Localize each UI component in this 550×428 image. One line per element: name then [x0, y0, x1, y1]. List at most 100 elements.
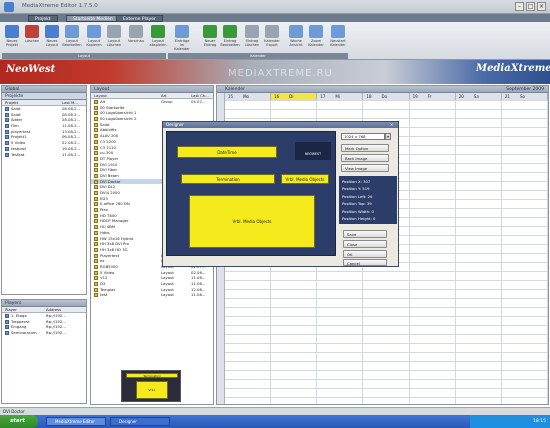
canvas-logo[interactable]: NEOWEST	[295, 142, 331, 160]
calendar-month[interactable]: September 2009	[506, 86, 544, 93]
ribbon-button-14[interactable]: Zoom Kalender	[306, 24, 326, 50]
tab-projekt[interactable]: Projekt	[28, 15, 58, 22]
calendar-day-header[interactable]: 17 Mi	[317, 93, 364, 100]
layout-icon	[94, 156, 98, 161]
close-button[interactable]: ×	[537, 2, 546, 11]
mark-option-button[interactable]: Mark Option	[341, 144, 389, 152]
ribbon-group-1: Kalender	[168, 53, 348, 59]
calendar-row-line	[225, 379, 548, 380]
taskbar-item-editor[interactable]: MediaXtreme Editor	[46, 417, 106, 426]
layout-icon	[94, 191, 98, 195]
day-number: 19	[412, 94, 418, 99]
new-project-icon	[5, 25, 19, 38]
ok-button[interactable]: OK	[343, 250, 387, 258]
layout-icon	[94, 213, 98, 218]
calendar-row-line	[225, 334, 548, 335]
ribbon-button-7[interactable]: Layout abspielen	[148, 24, 168, 50]
maximize-button[interactable]: □	[526, 2, 535, 11]
designer-canvas[interactable]: DateTime NEOWEST Termination Vrbl. Media…	[166, 131, 336, 256]
calendar-day-header[interactable]: 21 So	[501, 93, 548, 100]
player-address: ftp://192...	[46, 330, 66, 336]
edit-entry-icon	[223, 25, 237, 38]
view-image-button[interactable]: View Image	[341, 164, 389, 172]
canvas-box-termination[interactable]: Termination	[181, 174, 275, 184]
close-dialog-button[interactable]: Close	[343, 240, 387, 248]
ribbon-button-label: Einträge im Kalender	[174, 39, 190, 51]
day-number: 21	[504, 94, 510, 99]
app-icon	[4, 2, 14, 12]
ribbon-button-1[interactable]: Löschen	[22, 24, 42, 50]
calendar-day-header[interactable]: 15 Mo	[225, 93, 272, 100]
calendar-row-line	[225, 307, 548, 308]
calendar-row-line	[225, 298, 548, 299]
canvas-box-media-large[interactable]: Vrbl. Media Objects	[189, 195, 315, 248]
ribbon-button-12[interactable]: Kalender Export	[262, 24, 282, 50]
calendar-row-line	[225, 118, 548, 119]
tab-externe-player[interactable]: Externe Player	[116, 15, 163, 22]
ribbon-button-3[interactable]: Layout Bearbeiten	[62, 24, 82, 50]
designer-dialog-title: Designer	[163, 122, 398, 128]
canvas-box-datetime[interactable]: DateTime	[177, 146, 277, 158]
layout-icon	[94, 151, 98, 156]
player-icon	[5, 331, 9, 336]
layout-icon	[94, 287, 98, 292]
copy-layout-icon	[87, 25, 101, 38]
dialog-close-icon[interactable]: ×	[390, 122, 396, 127]
calendar-row-line	[225, 370, 548, 371]
ribbon-button-4[interactable]: Layout Kopieren	[84, 24, 104, 50]
minimize-button[interactable]: –	[515, 2, 524, 11]
calendar-day-header[interactable]: 20 Sa	[455, 93, 502, 100]
player-row[interactable]: Seminarraum ftp://192...	[2, 330, 86, 336]
position-stats: Position X: 307 Position Y: 519 Position L…	[339, 176, 397, 224]
taskbar-item-designer[interactable]: Designer	[110, 417, 170, 426]
players-panel-title: Players	[2, 300, 86, 307]
calendar-day-header[interactable]: 18 Do	[363, 93, 410, 100]
ribbon-button-10[interactable]: Eintrag Bearbeiten	[220, 24, 240, 50]
layout-icon	[94, 202, 98, 207]
calendar-day-header[interactable]: 19 Fr	[409, 93, 456, 100]
ribbon-button-2[interactable]: Neues Layout	[42, 24, 62, 50]
project-icon	[5, 118, 9, 123]
layout-icon	[94, 293, 98, 298]
ribbon-button-0[interactable]: Neues Projekt	[2, 24, 22, 50]
ribbon-button-15[interactable]: Neustart Kalender	[328, 24, 348, 50]
ribbon-button-label: Vorschau	[127, 39, 145, 43]
ribbon-button-9[interactable]: Neuer Eintrag	[200, 24, 220, 50]
calendar-row-line	[225, 361, 548, 362]
player-icon	[5, 325, 9, 330]
start-button[interactable]: start	[0, 415, 38, 428]
taskbar: start MediaXtreme Editor Designer 18:15	[0, 415, 550, 428]
new-layout-icon	[45, 25, 59, 38]
back-image-button[interactable]: Back Image	[341, 154, 389, 162]
ribbon-button-11[interactable]: Eintrag Löschen	[242, 24, 262, 50]
calendar-row-line	[225, 343, 548, 344]
layout-icon	[94, 100, 98, 104]
save-button[interactable]: Save	[343, 230, 387, 238]
layout-icon	[94, 196, 98, 201]
project-row[interactable]: Testkat 11.08.2...	[2, 152, 86, 158]
project-date: 11.08.2...	[62, 151, 81, 157]
ribbon-button-6[interactable]: Vorschau	[126, 24, 146, 50]
ribbon-button-label: Löschen	[24, 39, 40, 43]
layout-icon	[94, 264, 98, 269]
tab-startseite-medien[interactable]: Startseite Medien	[66, 15, 120, 22]
cancel-button[interactable]: Cancel	[343, 259, 387, 266]
ribbon-button-8[interactable]: Einträge im Kalender	[172, 24, 192, 51]
chevron-down-icon[interactable]: ▾	[385, 133, 391, 140]
canvas-box-media-small[interactable]: Vrbl. Media Objects	[281, 174, 329, 184]
layout-icon	[94, 276, 98, 281]
ribbon-button-13[interactable]: Woche Ansicht	[286, 24, 306, 50]
layout-icon	[94, 168, 98, 173]
calendar-row-line	[225, 289, 548, 290]
day-name: Do	[381, 94, 388, 99]
preview-box-media: Vrbl.	[136, 381, 168, 399]
layout-row[interactable]: test Layout 11.08...	[91, 292, 213, 298]
position-stat: Position X: 307	[342, 179, 371, 184]
project-icon	[5, 107, 9, 111]
ribbon-button-label: Layout Löschen	[106, 39, 122, 47]
calendar-day-header[interactable]: 16 Di	[271, 93, 318, 100]
ribbon-button-5[interactable]: Layout Löschen	[104, 24, 124, 50]
resolution-select[interactable]: 1024 x 768	[341, 133, 385, 140]
layout-icon	[94, 105, 98, 110]
day-name: So	[519, 94, 525, 99]
